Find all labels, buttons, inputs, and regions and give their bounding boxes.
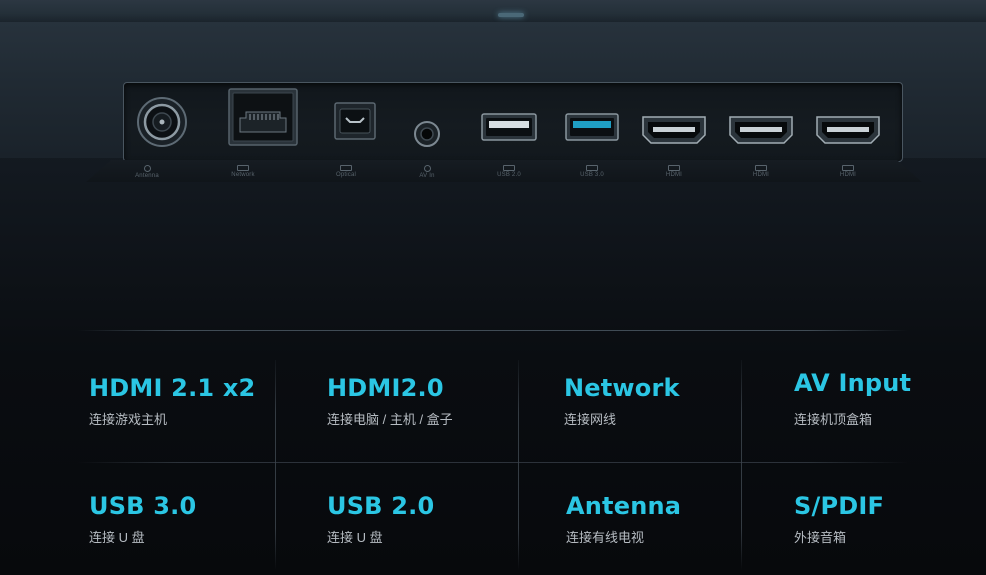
spec-subtitle: 外接音箱 — [794, 530, 847, 545]
spec-subtitle: 连接 U 盘 — [89, 530, 145, 545]
av-input-port — [413, 120, 441, 148]
spec-title: USB 2.0 — [327, 492, 435, 520]
port-label-network: Network — [213, 165, 273, 178]
spec-title: AV Input — [794, 369, 912, 397]
ethernet-port — [228, 88, 298, 146]
tv-ports-banner: Antenna Network Optical AV In USB 2.0 US… — [0, 0, 986, 575]
spec-subtitle: 连接游戏主机 — [89, 412, 168, 427]
spec-subtitle: 连接网线 — [564, 412, 617, 427]
spec-subtitle: 连接电脑 / 主机 / 盒子 — [327, 412, 453, 427]
spec-network: Network 连接网线 — [564, 374, 784, 428]
spec-spdif: S/PDIF 外接音箱 — [794, 492, 986, 546]
usb-3-port — [565, 113, 619, 141]
spec-antenna: Antenna 连接有线电视 — [566, 492, 786, 546]
port-label-usb-3: USB 3.0 — [562, 165, 622, 178]
spec-usb-30: USB 3.0 连接 U 盘 — [89, 492, 309, 546]
usb-2-port — [481, 113, 537, 141]
port-label-hdmi-1: HDMI — [644, 165, 704, 178]
spec-av-input: AV Input 连接机顶盒箱 — [794, 369, 986, 428]
spec-usb-20: USB 2.0 连接 U 盘 — [327, 492, 547, 546]
spec-title: Antenna — [566, 492, 682, 520]
antenna-port — [136, 96, 188, 148]
hdmi-port-2 — [728, 115, 794, 145]
section-divider — [78, 330, 908, 331]
port-label-antenna: Antenna — [117, 165, 177, 179]
port-label-av-in: AV In — [397, 165, 457, 179]
spec-title: Network — [564, 374, 680, 402]
spec-subtitle: 连接 U 盘 — [327, 530, 383, 545]
port-label-usb-2: USB 2.0 — [479, 165, 539, 178]
spec-title: USB 3.0 — [89, 492, 197, 520]
row-divider — [78, 462, 908, 463]
spec-title: HDMI 2.1 x2 — [89, 374, 256, 402]
port-label-hdmi-2: HDMI — [731, 165, 791, 178]
port-label-optical: Optical — [316, 165, 376, 178]
spec-subtitle: 连接有线电视 — [566, 530, 645, 545]
spec-hdmi-21: HDMI 2.1 x2 连接游戏主机 — [89, 374, 309, 428]
indicator-light — [498, 13, 524, 17]
spec-title: S/PDIF — [794, 492, 885, 520]
tv-top-edge — [0, 0, 986, 23]
spec-hdmi-20: HDMI2.0 连接电脑 / 主机 / 盒子 — [327, 374, 547, 428]
hdmi-port-1 — [641, 115, 707, 145]
spec-title: HDMI2.0 — [327, 374, 444, 402]
hdmi-port-3 — [815, 115, 881, 145]
port-label-hdmi-3: HDMI — [818, 165, 878, 178]
spec-subtitle: 连接机顶盒箱 — [794, 412, 873, 427]
optical-port — [334, 102, 376, 140]
